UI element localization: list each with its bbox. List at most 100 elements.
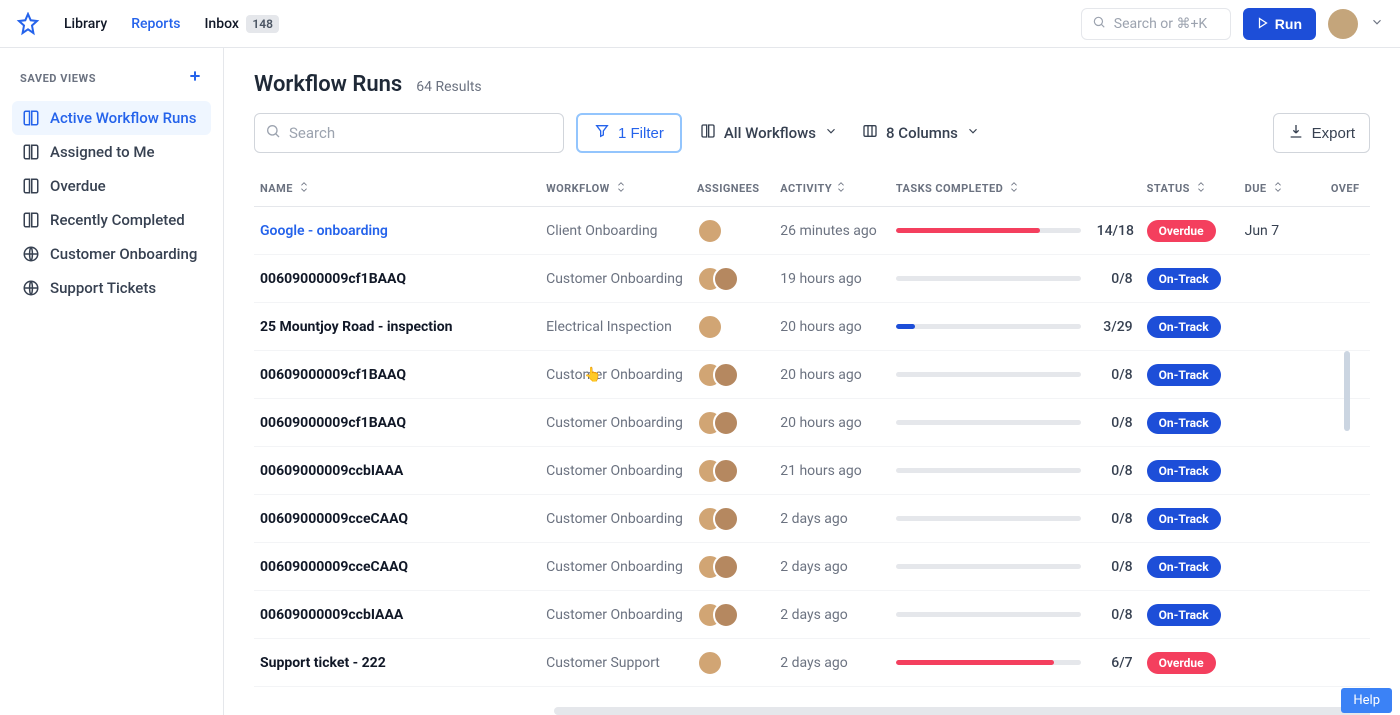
nav-inbox[interactable]: Inbox 148 [204,16,279,32]
progress-count: 0/8 [1097,463,1147,479]
progress-bar [896,372,1081,377]
col-header-due[interactable]: DUE [1245,181,1331,196]
row-due: Jun 7 [1245,223,1280,239]
assignees [697,314,780,340]
results-count: 64 Results [416,79,481,95]
add-view-button[interactable] [187,68,203,89]
table-search-input[interactable]: Search [254,113,564,153]
filter-icon [594,123,610,143]
progress: 0/8 [896,367,1147,383]
status-badge: On-Track [1147,364,1221,386]
table-row[interactable]: 25 Mountjoy Road - inspectionElectrical … [254,303,1370,351]
sort-icon [836,181,846,196]
table-row[interactable]: 00609000009ccbIAAACustomer Onboarding21 … [254,447,1370,495]
globe-icon [22,245,40,263]
columns-dropdown[interactable]: 8 Columns [856,113,986,153]
col-header-workflow[interactable]: WORKFLOW [546,181,697,196]
progress: 3/29 [896,319,1147,335]
book-icon [22,211,40,229]
sidebar-header-label: SAVED VIEWS [20,72,96,85]
app-logo-icon[interactable] [16,12,40,36]
export-label: Export [1312,125,1355,142]
user-menu-chevron-icon[interactable] [1370,15,1384,33]
topbar-right: Search or ⌘+K Run [1081,8,1384,40]
table-row[interactable]: 00609000009cf1BAAQCustomer Onboarding19 … [254,255,1370,303]
row-name[interactable]: Google - onboarding [260,223,388,239]
table-row[interactable]: Google - onboardingClient Onboarding26 m… [254,207,1370,255]
main-content: Workflow Runs 64 Results Search 1 Filter… [224,48,1400,715]
row-name: 00609000009cceCAAQ [260,559,408,575]
workflows-dropdown[interactable]: All Workflows [694,113,844,153]
progress-count: 14/18 [1097,223,1147,239]
sidebar-item[interactable]: Assigned to Me [12,135,211,169]
book-icon [22,143,40,161]
table-row[interactable]: Support ticket - 222Customer Support2 da… [254,639,1370,687]
row-activity: 21 hours ago [780,463,862,479]
assignee-avatar [713,506,739,532]
row-activity: 26 minutes ago [780,223,877,239]
col-header-tasks[interactable]: TASKS COMPLETED [896,181,1147,196]
col-header-status[interactable]: STATUS [1147,181,1245,196]
progress: 14/18 [896,223,1147,239]
page-header: Workflow Runs 64 Results [254,72,1370,97]
status-badge: On-Track [1147,460,1221,482]
row-name: 00609000009cf1BAAQ [260,415,406,431]
nav-inbox-label: Inbox [204,16,238,32]
assignees [697,554,780,580]
global-search-input[interactable]: Search or ⌘+K [1081,8,1231,40]
progress-count: 0/8 [1097,367,1147,383]
sort-icon [299,181,309,196]
col-header-assignees[interactable]: ASSIGNEES [697,182,780,195]
nav-reports[interactable]: Reports [131,16,180,32]
sidebar-item[interactable]: Overdue [12,169,211,203]
status-badge: Overdue [1147,220,1216,242]
workflows-label: All Workflows [724,124,816,142]
progress-bar [896,660,1081,665]
sidebar-header: SAVED VIEWS [12,68,211,101]
run-button[interactable]: Run [1243,8,1316,40]
sidebar-item[interactable]: Customer Onboarding [12,237,211,271]
vertical-scrollbar[interactable] [1344,351,1350,431]
sort-icon [1273,181,1283,196]
table-row[interactable]: 00609000009ccbIAAACustomer Onboarding2 d… [254,591,1370,639]
sidebar: SAVED VIEWS Active Workflow RunsAssigned… [0,48,224,715]
assignee-avatar [697,314,723,340]
status-badge: On-Track [1147,316,1221,338]
table-row[interactable]: 00609000009cceCAAQCustomer Onboarding2 d… [254,495,1370,543]
assignee-avatar [713,458,739,484]
col-header-overflow[interactable]: OVEF [1331,182,1370,195]
row-activity: 19 hours ago [780,271,862,287]
row-activity: 20 hours ago [780,367,862,383]
row-activity: 2 days ago [780,511,848,527]
row-name: 00609000009ccbIAAA [260,607,403,623]
nav-library[interactable]: Library [64,16,107,32]
col-header-name[interactable]: NAME [254,181,546,196]
progress: 0/8 [896,271,1147,287]
filter-button[interactable]: 1 Filter [576,113,682,153]
progress: 0/8 [896,607,1147,623]
table-row[interactable]: 00609000009cceCAAQCustomer Onboarding2 d… [254,543,1370,591]
export-button[interactable]: Export [1273,113,1370,153]
row-name: 00609000009cceCAAQ [260,511,408,527]
col-header-activity[interactable]: ACTIVITY [780,181,896,196]
row-name: 00609000009ccbIAAA [260,463,403,479]
assignees [697,602,780,628]
horizontal-scrollbar[interactable] [554,707,1370,715]
table-row[interactable]: 00609000009cf1BAAQCustomer Onboarding20 … [254,399,1370,447]
progress-count: 6/7 [1097,655,1147,671]
progress: 0/8 [896,559,1147,575]
table-row[interactable]: 00609000009cf1BAAQCustomer Onboarding20 … [254,351,1370,399]
progress-count: 0/8 [1097,511,1147,527]
assignee-avatar [697,218,723,244]
help-button[interactable]: Help [1341,688,1392,713]
row-activity: 2 days ago [780,655,848,671]
assignees [697,650,780,676]
sidebar-item[interactable]: Support Tickets [12,271,211,305]
row-activity: 20 hours ago [780,319,862,335]
status-badge: On-Track [1147,508,1221,530]
sidebar-item[interactable]: Recently Completed [12,203,211,237]
user-avatar[interactable] [1328,9,1358,39]
assignees [697,506,780,532]
sidebar-item[interactable]: Active Workflow Runs [12,101,211,135]
status-badge: On-Track [1147,556,1221,578]
